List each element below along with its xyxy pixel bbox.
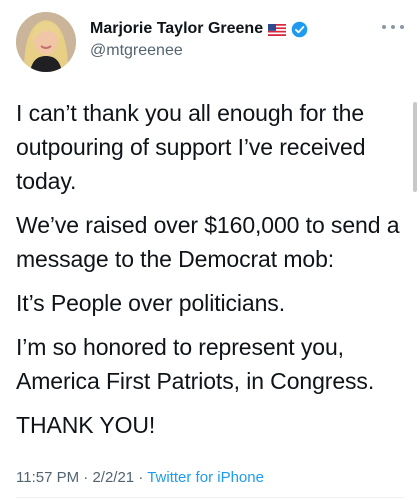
name-row: Marjorie Taylor Greene	[90, 20, 308, 38]
divider	[16, 497, 404, 498]
tweet-text: I can’t thank you all enough for the out…	[16, 96, 401, 452]
us-flag-icon	[268, 23, 287, 36]
tweet-source-link[interactable]: Twitter for iPhone	[147, 469, 264, 486]
tweet-metadata: 11:57 PM · 2/2/21 · Twitter for iPhone	[16, 469, 264, 486]
profile-photo-icon	[16, 12, 76, 72]
avatar[interactable]	[16, 12, 76, 72]
tweet-card: Marjorie Taylor Greene @mtgreenee I can’…	[0, 0, 420, 500]
handle[interactable]: @mtgreenee	[90, 42, 308, 60]
tweet-paragraph: We’ve raised over $160,000 to send a mes…	[16, 212, 400, 272]
tweet-paragraph: It’s People over politicians.	[16, 290, 285, 316]
meta-separator: ·	[134, 469, 148, 486]
meta-separator: ·	[79, 469, 93, 486]
tweet-header: Marjorie Taylor Greene @mtgreenee	[16, 12, 404, 76]
tweet-paragraph: THANK YOU!	[16, 412, 156, 438]
tweet-date[interactable]: 2/2/21	[92, 469, 134, 486]
tweet-time[interactable]: 11:57 PM	[16, 469, 79, 486]
more-options-icon[interactable]	[382, 22, 404, 32]
verified-badge-icon	[291, 21, 308, 38]
scrollbar[interactable]	[413, 102, 417, 192]
display-name[interactable]: Marjorie Taylor Greene	[90, 20, 263, 38]
author-names: Marjorie Taylor Greene @mtgreenee	[90, 20, 308, 60]
tweet-paragraph: I’m so honored to represent you, America…	[16, 334, 375, 394]
tweet-paragraph: I can’t thank you all enough for the out…	[16, 100, 366, 194]
